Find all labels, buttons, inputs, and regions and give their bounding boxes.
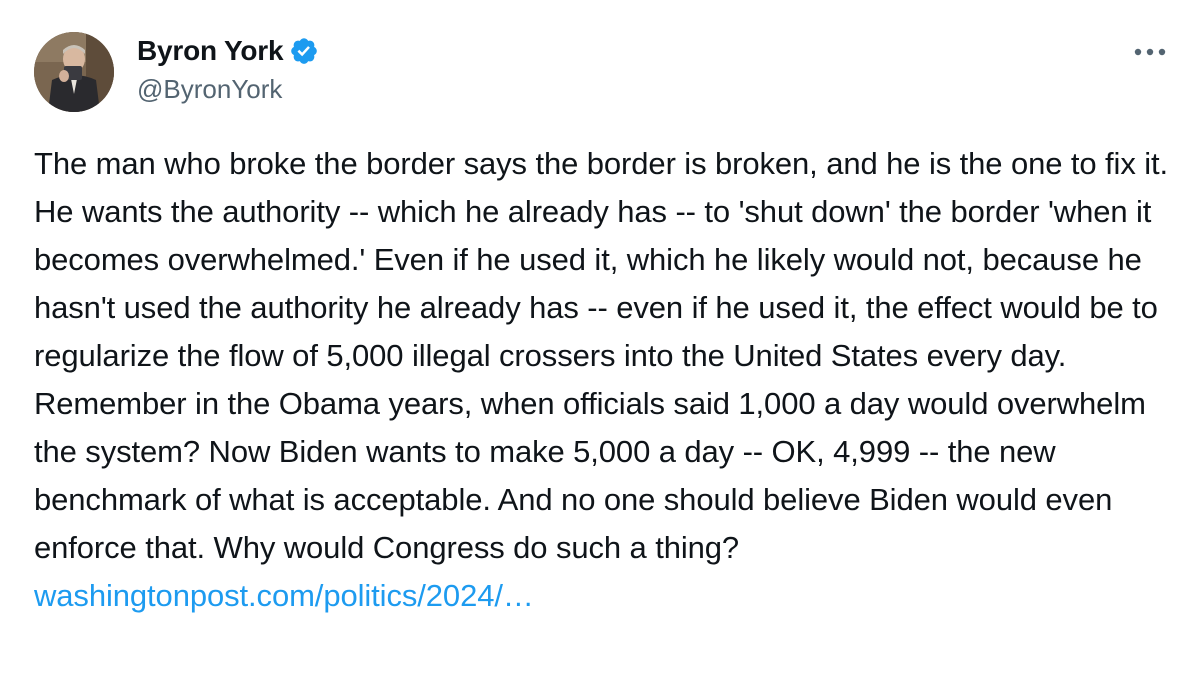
tweet-body: The man who broke the border says the bo…	[34, 146, 1169, 565]
tweet-text: The man who broke the border says the bo…	[34, 140, 1174, 620]
handle[interactable]: @ByronYork	[137, 74, 319, 105]
display-name[interactable]: Byron York	[137, 35, 284, 67]
more-horizontal-icon	[1134, 48, 1166, 56]
avatar[interactable]	[34, 32, 114, 112]
name-row: Byron York	[137, 32, 319, 70]
verified-badge-icon	[289, 36, 319, 66]
tweet-card: Byron York @ByronYork The man who broke …	[0, 0, 1200, 682]
article-link[interactable]: washingtonpost.com/politics/2024/…	[34, 578, 534, 613]
avatar-photo	[34, 32, 114, 112]
author-block: Byron York @ByronYork	[137, 32, 319, 105]
more-options-button[interactable]	[1130, 40, 1170, 64]
